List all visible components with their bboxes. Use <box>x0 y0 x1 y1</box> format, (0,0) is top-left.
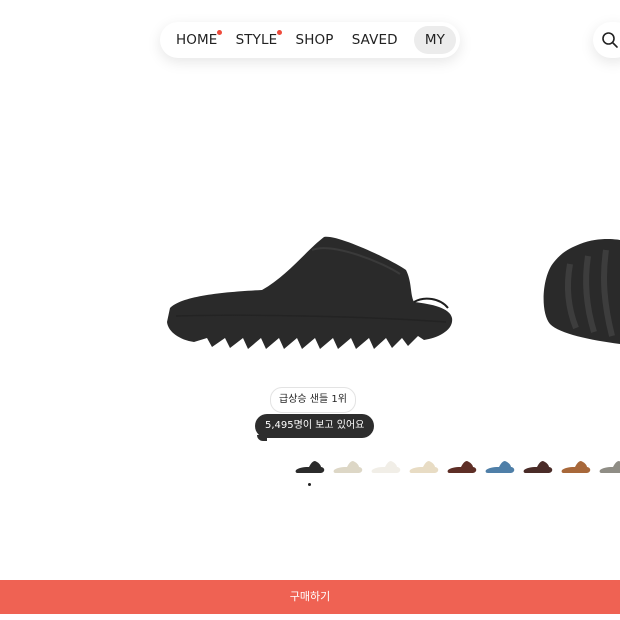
search-icon <box>602 32 618 48</box>
slide-sandal-thumb-image <box>333 461 363 473</box>
nav-home[interactable]: HOME <box>174 26 223 54</box>
slide-sandal-thumb-image <box>485 461 515 473</box>
color-option-thumb[interactable] <box>522 457 554 477</box>
slide-sandal-thumb-image <box>409 461 439 473</box>
search-button[interactable] <box>593 22 620 58</box>
viewers-count-bubble: 5,495명이 보고 있어요 <box>255 414 375 441</box>
color-option-thumb[interactable] <box>294 457 326 477</box>
slide-sandal-thumb-image <box>561 461 591 473</box>
slide-sandal-thumb-image <box>523 461 553 473</box>
new-indicator-dot <box>277 30 283 35</box>
nav-style-label: STYLE <box>235 32 278 48</box>
nav-saved-label: SAVED <box>351 32 398 48</box>
color-option-thumb[interactable] <box>332 457 364 477</box>
color-options <box>294 457 620 479</box>
slide-sandal-thumb-image <box>599 461 620 473</box>
next-product-image[interactable] <box>540 236 620 350</box>
slide-sandal-image <box>543 239 620 344</box>
nav-shop[interactable]: SHOP <box>294 26 336 54</box>
nav-home-label: HOME <box>176 32 218 48</box>
nav-my-label: MY <box>424 32 445 48</box>
rank-badge: 급상승 샌들 1위 <box>270 387 356 413</box>
slide-sandal-thumb-image <box>447 461 477 473</box>
slide-sandal-thumb-image <box>371 461 401 473</box>
color-option-thumb[interactable] <box>598 457 620 477</box>
color-option-thumb[interactable] <box>408 457 440 477</box>
color-option-thumb[interactable] <box>484 457 516 477</box>
top-nav: HOME STYLE SHOP SAVED MY <box>160 22 460 58</box>
slide-sandal-image <box>167 236 453 349</box>
carousel-page-indicator <box>308 483 311 486</box>
product-image[interactable] <box>162 230 462 359</box>
nav-my[interactable]: MY <box>413 26 456 54</box>
color-option-thumb[interactable] <box>370 457 402 477</box>
color-option-thumb[interactable] <box>560 457 592 477</box>
new-indicator-dot <box>217 30 223 35</box>
buy-button[interactable]: 구매하기 <box>0 580 620 614</box>
nav-saved[interactable]: SAVED <box>350 26 400 54</box>
color-option-thumb[interactable] <box>446 457 478 477</box>
nav-shop-label: SHOP <box>295 32 334 48</box>
nav-style[interactable]: STYLE <box>234 26 283 54</box>
slide-sandal-thumb-image <box>295 461 325 473</box>
